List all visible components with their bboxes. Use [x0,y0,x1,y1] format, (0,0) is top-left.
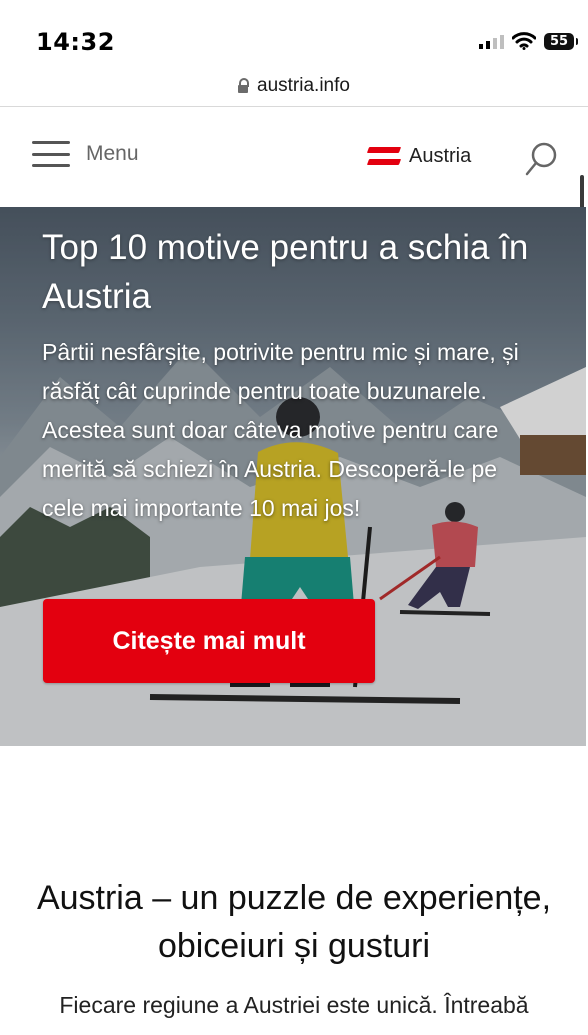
url-bar[interactable]: austria.info [0,66,588,107]
url-text: austria.info [257,75,350,96]
menu-label: Menu [86,142,139,165]
hero-description: Pârtii nesfârșite, potrivite pentru mic … [42,339,519,521]
section-title: Austria – un puzzle de experiențe, obice… [36,879,552,965]
status-icons: 55 [479,30,578,52]
status-bar: 14:32 55 [0,0,588,66]
hamburger-icon [32,141,70,167]
battery-level: 55 [549,33,569,49]
lock-icon [238,77,250,93]
logo-text: Austria [409,145,472,167]
hero-banner: Top 10 motive pentru a schia în Austria … [0,207,586,746]
hero-title: Top 10 motive pentru a schia în Austria [42,228,529,316]
signal-icon [479,33,504,49]
url-container: austria.info [238,75,350,97]
search-icon[interactable] [524,141,560,177]
battery-icon: 55 [544,32,578,50]
read-more-button[interactable]: Citește mai mult [43,599,375,683]
austria-logo-icon [366,146,402,168]
austria-logo[interactable]: Austria [366,145,472,168]
menu-button[interactable]: Menu [32,141,139,167]
site-header: Menu Austria [0,107,588,207]
section-lead: Fiecare regiune a Austriei este unică. Î… [59,992,529,1018]
wifi-icon [512,32,536,50]
status-time: 14:32 [36,28,115,56]
